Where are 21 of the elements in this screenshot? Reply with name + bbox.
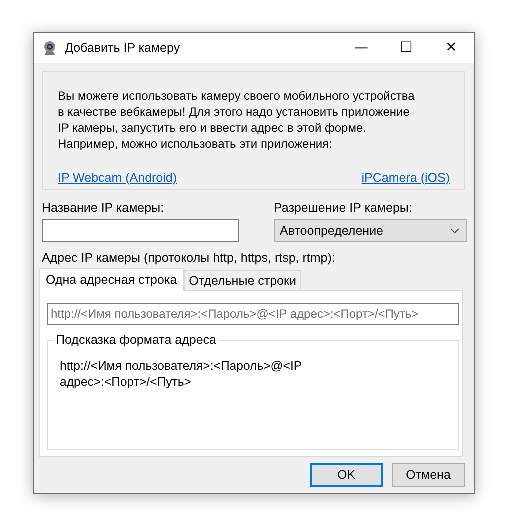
info-text: Вы можете использовать камеру своего мобильного устройства в качестве вебкамеры! Для этого надо установить приложение IP камеры, запустить его и ввести адрес в этой форме. Например, можно использовать эти приложения: bbox=[58, 88, 416, 152]
webcam-icon bbox=[42, 40, 58, 56]
group-title: Подсказка формата адреса bbox=[54, 333, 218, 347]
name-field[interactable] bbox=[42, 219, 239, 242]
field-label: Название IP камеры: bbox=[42, 201, 166, 215]
field-label: Разрешение IP камеры: bbox=[274, 201, 414, 215]
tab[interactable]: Отдельные строки bbox=[184, 270, 302, 290]
close-button[interactable]: ✕ bbox=[429, 33, 474, 63]
field-label: Адрес IP камеры (протоколы http, https, rtsp, rtmp): bbox=[42, 251, 336, 265]
resolution-dropdown[interactable]: Автоопределение bbox=[274, 219, 467, 242]
app-link[interactable]: iPCamera (iOS) bbox=[362, 171, 450, 185]
address-field[interactable]: http://<Имя пользователя>:<Пароль>@<IP адрес>:<Порт>/<Путь> bbox=[47, 303, 459, 325]
window-title: Добавить IP камеру bbox=[65, 41, 182, 55]
chevron-icon bbox=[450, 228, 460, 234]
cancel-button[interactable]: Отмена bbox=[392, 463, 465, 487]
hint-text: http://<Имя пользователя>:<Пароль>@<IP адрес>:<Порт>/<Путь> bbox=[60, 358, 303, 390]
ok-button[interactable]: OK bbox=[310, 463, 383, 487]
minimize-button[interactable]: — bbox=[339, 33, 384, 63]
tab[interactable]: Одна адресная строка bbox=[39, 268, 184, 291]
maximize-button[interactable]: ☐ bbox=[384, 33, 429, 63]
app-link[interactable]: IP Webcam (Android) bbox=[58, 171, 178, 185]
